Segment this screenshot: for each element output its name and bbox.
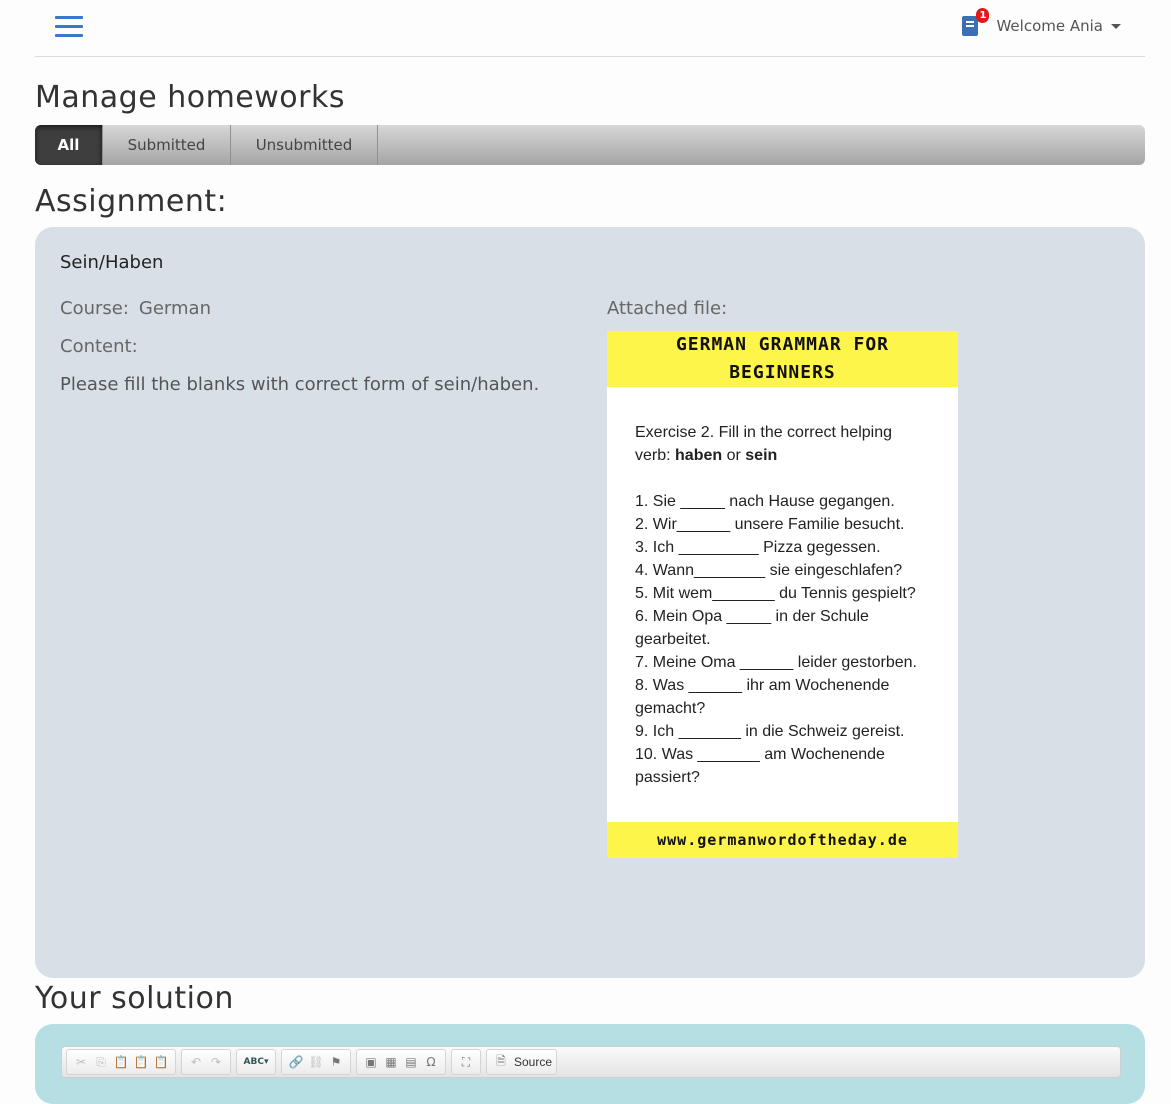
editor-toolbar: ✂ ⎘ 📋 📋 📋 ↶ ↷ ABC ▾ 🔗 ⛓ ⚑ ▣ ▦ ▤ Ω ⛶ 🗎 So… bbox=[61, 1046, 1121, 1078]
worksheet-item: 10. Was _______ am Wochenende passiert? bbox=[635, 746, 885, 786]
solution-card: ✂ ⎘ 📋 📋 📋 ↶ ↷ ABC ▾ 🔗 ⛓ ⚑ ▣ ▦ ▤ Ω ⛶ 🗎 So… bbox=[35, 1024, 1145, 1104]
attached-file-image[interactable]: GERMAN GRAMMAR FOR BEGINNERS Exercise 2.… bbox=[607, 331, 958, 858]
page-title: Manage homeworks bbox=[35, 80, 345, 115]
tab-unsubmitted[interactable]: Unsubmitted bbox=[231, 125, 378, 165]
worksheet-item: 7. Meine Oma ______ leider gestorben. bbox=[635, 654, 917, 671]
worksheet-header: GERMAN GRAMMAR FOR BEGINNERS bbox=[607, 331, 958, 387]
maximize-icon[interactable]: ⛶ bbox=[458, 1054, 474, 1070]
notification-badge: 1 bbox=[976, 8, 990, 23]
content-label: Content: bbox=[60, 336, 138, 357]
copy-icon[interactable]: ⎘ bbox=[93, 1054, 109, 1070]
worksheet-item: 6. Mein Opa _____ in der Schule gearbeit… bbox=[635, 608, 869, 648]
source-label: Source bbox=[514, 1055, 553, 1069]
paste-word-icon[interactable]: 📋 bbox=[153, 1054, 169, 1070]
history-group: ↶ ↷ bbox=[181, 1049, 231, 1075]
image-icon[interactable]: ▣ bbox=[363, 1054, 379, 1070]
course-label: Course: bbox=[60, 298, 129, 319]
anchor-icon[interactable]: ⚑ bbox=[328, 1054, 344, 1070]
caret-down-icon bbox=[1111, 24, 1121, 29]
spellcheck-label: ABC bbox=[243, 1057, 264, 1067]
welcome-text: Welcome Ania bbox=[996, 17, 1103, 35]
special-char-icon[interactable]: Ω bbox=[423, 1054, 439, 1070]
worksheet-item: 1. Sie _____ nach Hause gegangen. bbox=[635, 493, 895, 510]
spellcheck-group: ABC ▾ bbox=[236, 1049, 276, 1075]
worksheet-item: 2. Wir______ unsere Familie besucht. bbox=[635, 516, 905, 533]
worksheet-header-text: GERMAN GRAMMAR FOR BEGINNERS bbox=[675, 334, 890, 383]
assignment-content: Please fill the blanks with correct form… bbox=[60, 374, 540, 395]
redo-icon[interactable]: ↷ bbox=[208, 1054, 224, 1070]
worksheet-item: 3. Ich _________ Pizza gegessen. bbox=[635, 539, 881, 556]
unlink-icon[interactable]: ⛓ bbox=[308, 1054, 324, 1070]
assignment-name: Sein/Haben bbox=[60, 252, 164, 273]
worksheet-item: 8. Was ______ ihr am Wochenende gemacht? bbox=[635, 677, 890, 717]
clipboard-group: ✂ ⎘ 📋 📋 📋 bbox=[66, 1049, 176, 1075]
source-button[interactable]: 🗎 Source bbox=[486, 1049, 558, 1075]
view-group: ⛶ bbox=[451, 1049, 481, 1075]
insert-group: ▣ ▦ ▤ Ω bbox=[356, 1049, 446, 1075]
worksheet-instruction-haben: haben bbox=[675, 447, 723, 464]
link-icon[interactable]: 🔗 bbox=[288, 1054, 304, 1070]
user-menu-toggle[interactable]: Welcome Ania bbox=[996, 17, 1121, 35]
worksheet-instruction-sein: sein bbox=[745, 447, 778, 464]
top-navbar: 1 Welcome Ania bbox=[35, 0, 1145, 57]
worksheet-item: 9. Ich _______ in die Schweiz gereist. bbox=[635, 723, 905, 740]
worksheet-body: Exercise 2. Fill in the correct helping … bbox=[607, 387, 958, 789]
user-area: 1 Welcome Ania bbox=[962, 8, 1121, 38]
worksheet-item: 5. Mit wem_______ du Tennis gespielt? bbox=[635, 585, 916, 602]
notification-button[interactable]: 1 bbox=[962, 8, 990, 38]
tab-submitted[interactable]: Submitted bbox=[103, 125, 231, 165]
cut-icon[interactable]: ✂ bbox=[73, 1054, 89, 1070]
solution-section-title: Your solution bbox=[35, 981, 234, 1016]
worksheet-item: 4. Wann________ sie eingeschlafen? bbox=[635, 562, 903, 579]
tab-all[interactable]: All bbox=[35, 125, 103, 165]
course-info: Course: German bbox=[60, 298, 211, 319]
worksheet-instruction: Exercise 2. Fill in the correct helping … bbox=[635, 421, 930, 467]
horizontal-rule-icon[interactable]: ▤ bbox=[403, 1054, 419, 1070]
homework-filter-tabs: All Submitted Unsubmitted bbox=[35, 125, 1145, 165]
paste-text-icon[interactable]: 📋 bbox=[133, 1054, 149, 1070]
assignment-card: Sein/Haben Course: German Content: Please… bbox=[35, 227, 1145, 978]
source-icon: 🗎 bbox=[496, 1053, 506, 1068]
assignment-section-title: Assignment: bbox=[35, 184, 228, 219]
table-icon[interactable]: ▦ bbox=[383, 1054, 399, 1070]
worksheet-instruction-or: or bbox=[722, 447, 746, 464]
course-value: German bbox=[138, 298, 211, 319]
worksheet-footer: www.germanwordoftheday.de bbox=[607, 822, 958, 858]
undo-icon[interactable]: ↶ bbox=[188, 1054, 204, 1070]
hamburger-icon[interactable] bbox=[55, 16, 83, 38]
link-group: 🔗 ⛓ ⚑ bbox=[281, 1049, 351, 1075]
paste-icon[interactable]: 📋 bbox=[113, 1054, 129, 1070]
attached-file-label: Attached file: bbox=[607, 298, 728, 319]
spellcheck-icon[interactable]: ABC ▾ bbox=[243, 1054, 269, 1070]
